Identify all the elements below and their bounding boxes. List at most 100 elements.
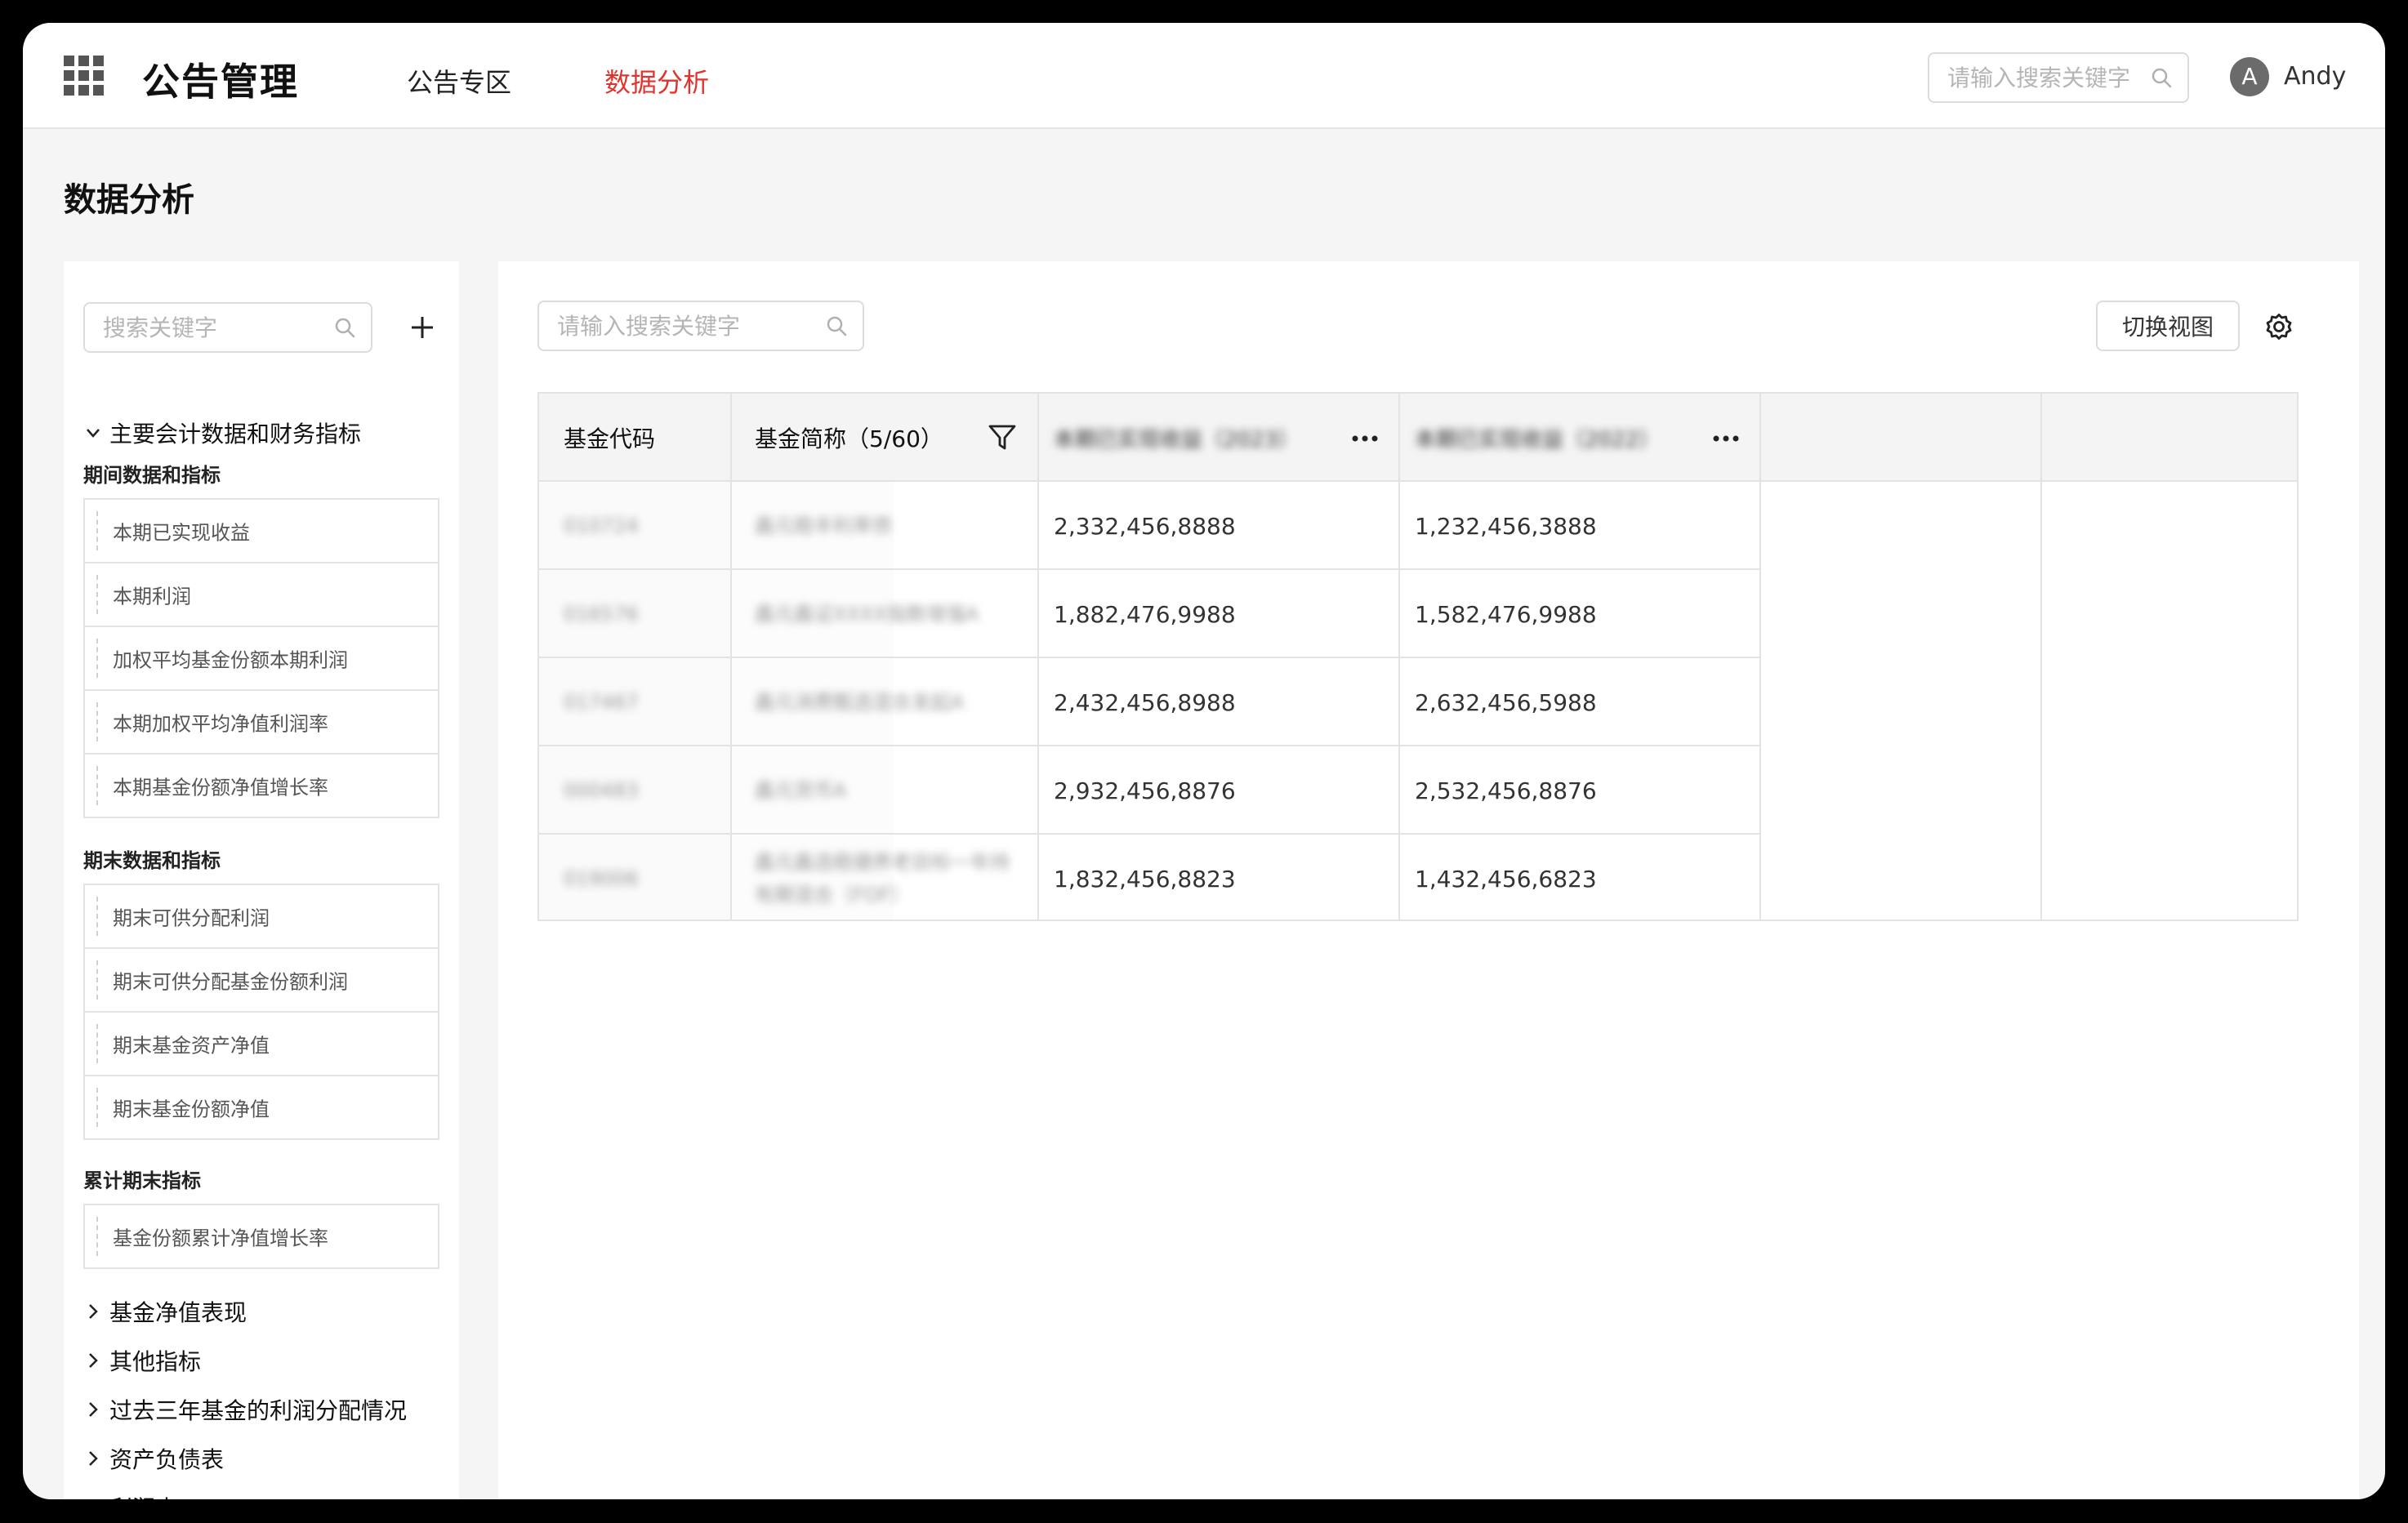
metric-item-label: 本期已实现收益 bbox=[113, 521, 250, 545]
cell-value-2023: 1,882,476,9988 bbox=[1054, 600, 1236, 628]
cell-name: 鑫元消费甄选混合发起A bbox=[755, 691, 965, 714]
cell-value-2022: 1,232,456,3888 bbox=[1415, 512, 1597, 540]
top-header: 公告管理 公告专区 数据分析 A Andy bbox=[23, 23, 2385, 129]
group-title: 基金净值表现 bbox=[109, 1299, 247, 1326]
group-title: 过去三年基金的利润分配情况 bbox=[109, 1397, 408, 1424]
group-nav-performance[interactable]: 基金净值表现 bbox=[83, 1295, 247, 1328]
group-main-accounting[interactable]: 主要会计数据和财务指标 bbox=[83, 416, 361, 449]
cell-code: 017467 bbox=[564, 691, 639, 714]
table-row[interactable]: 017467 鑫元消费甄选混合发起A 2,432,456,8988 2,632,… bbox=[539, 658, 1759, 746]
chevron-right-icon bbox=[89, 1353, 98, 1368]
metric-item[interactable]: 本期加权平均净值利润率 bbox=[83, 689, 439, 755]
search-icon[interactable] bbox=[333, 316, 356, 339]
group-title: 利润表 bbox=[109, 1491, 178, 1499]
apps-grid-icon[interactable] bbox=[64, 56, 105, 96]
cell-value-2023: 2,332,456,8888 bbox=[1054, 512, 1236, 540]
table-row[interactable]: 019006 鑫元鑫选稳健养老目标一年持有期混合（FOF） 1,832,456,… bbox=[539, 835, 1759, 923]
nav-data-analysis[interactable]: 数据分析 bbox=[604, 62, 709, 100]
subgroup-cumulative-title: 累计期末指标 bbox=[83, 1169, 201, 1192]
cell-code: 000483 bbox=[564, 779, 639, 802]
column-header-name[interactable]: 基金简称（5/60） bbox=[755, 394, 943, 482]
group-title: 主要会计数据和财务指标 bbox=[109, 421, 362, 448]
metric-list-cumulative: 基金份额累计净值增长率 bbox=[83, 1204, 439, 1269]
metric-item[interactable]: 加权平均基金份额本期利润 bbox=[83, 626, 439, 691]
metric-item[interactable]: 本期已实现收益 bbox=[83, 498, 439, 563]
subgroup-period-title: 期间数据和指标 bbox=[83, 464, 221, 487]
metric-list-period: 本期已实现收益 本期利润 加权平均基金份额本期利润 本期加权平均净值利润率 本期… bbox=[83, 498, 439, 818]
chevron-right-icon bbox=[89, 1451, 98, 1466]
cell-name: 鑫元稳丰利率债 bbox=[755, 514, 892, 537]
avatar[interactable]: A bbox=[2230, 57, 2269, 96]
metric-item[interactable]: 本期基金份额净值增长率 bbox=[83, 753, 439, 818]
table-row[interactable]: 010724 鑫元稳丰利率债 2,332,456,8888 1,232,456,… bbox=[539, 482, 1759, 570]
gear-icon[interactable] bbox=[2263, 310, 2295, 343]
group-title: 其他指标 bbox=[109, 1348, 202, 1375]
group-title: 资产负债表 bbox=[109, 1446, 225, 1473]
metric-list-end: 期末可供分配利润 期末可供分配基金份额利润 期末基金资产净值 期末基金份额净值 bbox=[83, 884, 439, 1140]
metric-item-label: 基金份额累计净值增长率 bbox=[113, 1227, 328, 1250]
chevron-right-icon bbox=[89, 1402, 98, 1417]
group-profit-distribution[interactable]: 过去三年基金的利润分配情况 bbox=[83, 1393, 407, 1426]
cell-name: 鑫元鑫证XXXX指数增强A bbox=[755, 603, 979, 626]
add-metric-button[interactable] bbox=[404, 309, 441, 346]
header-search-input[interactable] bbox=[1947, 54, 2148, 101]
table-search-input[interactable] bbox=[557, 302, 823, 350]
more-icon[interactable] bbox=[1351, 434, 1379, 443]
nav-announcement-zone[interactable]: 公告专区 bbox=[407, 62, 511, 100]
metric-item-label: 期末基金资产净值 bbox=[113, 1034, 270, 1058]
metric-item-label: 本期基金份额净值增长率 bbox=[113, 776, 328, 799]
cell-code: 010724 bbox=[564, 514, 639, 537]
metric-item[interactable]: 期末可供分配利润 bbox=[83, 884, 439, 949]
app-window: 公告管理 公告专区 数据分析 A Andy 数据分析 bbox=[23, 23, 2385, 1499]
switch-view-button[interactable]: 切换视图 bbox=[2096, 301, 2240, 351]
column-header-code[interactable]: 基金代码 bbox=[564, 394, 655, 482]
metric-item[interactable]: 期末可供分配基金份额利润 bbox=[83, 947, 439, 1013]
cell-name: 鑫元鑫选稳健养老目标一年持有期混合（FOF） bbox=[755, 851, 1010, 906]
column-header-metric-2023[interactable]: 本期已实现收益（2023） bbox=[1054, 394, 1299, 482]
metric-item-label: 本期利润 bbox=[113, 585, 191, 608]
user-name[interactable]: Andy bbox=[2284, 62, 2346, 91]
cell-value-2022: 2,532,456,8876 bbox=[1415, 777, 1597, 804]
search-icon[interactable] bbox=[2150, 66, 2173, 89]
subgroup-end-title: 期末数据和指标 bbox=[83, 849, 221, 872]
header-search-box bbox=[1928, 52, 2189, 103]
column-header-label: 本期已实现收益（2023） bbox=[1054, 427, 1300, 452]
more-icon[interactable] bbox=[1712, 434, 1740, 443]
chevron-right-icon bbox=[83, 1498, 103, 1499]
cell-value-2023: 1,832,456,8823 bbox=[1054, 865, 1236, 893]
sidebar-search-input[interactable] bbox=[103, 304, 332, 351]
sidebar-search-box bbox=[83, 302, 372, 353]
filter-icon[interactable] bbox=[987, 421, 1018, 452]
chevron-right-icon bbox=[89, 1304, 98, 1319]
metric-item[interactable]: 期末基金资产净值 bbox=[83, 1011, 439, 1076]
cell-value-2023: 2,432,456,8988 bbox=[1054, 688, 1236, 716]
cell-name: 鑫元货币A bbox=[755, 779, 847, 802]
cell-value-2023: 2,932,456,8876 bbox=[1054, 777, 1236, 804]
metric-item-label: 期末基金份额净值 bbox=[113, 1098, 270, 1121]
table-search-box bbox=[537, 301, 864, 351]
table-row[interactable]: 016576 鑫元鑫证XXXX指数增强A 1,882,476,9988 1,58… bbox=[539, 570, 1759, 658]
group-other-metrics[interactable]: 其他指标 bbox=[83, 1344, 201, 1377]
app-title: 公告管理 bbox=[142, 60, 299, 104]
search-icon[interactable] bbox=[825, 314, 848, 337]
metric-item-label: 本期加权平均净值利润率 bbox=[113, 712, 328, 736]
metric-item[interactable]: 本期利润 bbox=[83, 562, 439, 627]
column-header-label: 本期已实现收益（2022） bbox=[1415, 427, 1661, 452]
table-row[interactable]: 000483 鑫元货币A 2,932,456,8876 2,532,456,88… bbox=[539, 746, 1759, 835]
page-title: 数据分析 bbox=[64, 181, 194, 219]
cell-code: 019006 bbox=[564, 867, 639, 890]
metric-item-label: 期末可供分配利润 bbox=[113, 906, 270, 930]
metric-item[interactable]: 期末基金份额净值 bbox=[83, 1075, 439, 1140]
cell-code: 016576 bbox=[564, 603, 639, 626]
data-table-panel: 切换视图 基金代码 基金简称（5/60） 本期已实现收益（2023） bbox=[498, 261, 2359, 1499]
group-income-statement[interactable]: 利润表 bbox=[83, 1491, 178, 1499]
group-balance-sheet[interactable]: 资产负债表 bbox=[83, 1442, 224, 1475]
metric-item-label: 期末可供分配基金份额利润 bbox=[113, 970, 348, 994]
metric-item-label: 加权平均基金份额本期利润 bbox=[113, 648, 348, 672]
cell-value-2022: 1,582,476,9988 bbox=[1415, 600, 1597, 628]
metric-item[interactable]: 基金份额累计净值增长率 bbox=[83, 1204, 439, 1269]
column-header-metric-2022[interactable]: 本期已实现收益（2022） bbox=[1415, 394, 1660, 482]
metric-sidebar: 主要会计数据和财务指标 期间数据和指标 本期已实现收益 本期利润 加权平均基金份… bbox=[64, 261, 459, 1499]
fund-data-table: 基金代码 基金简称（5/60） 本期已实现收益（2023） 本期已实现收益（20… bbox=[537, 392, 2299, 921]
cell-value-2022: 1,432,456,6823 bbox=[1415, 865, 1597, 893]
